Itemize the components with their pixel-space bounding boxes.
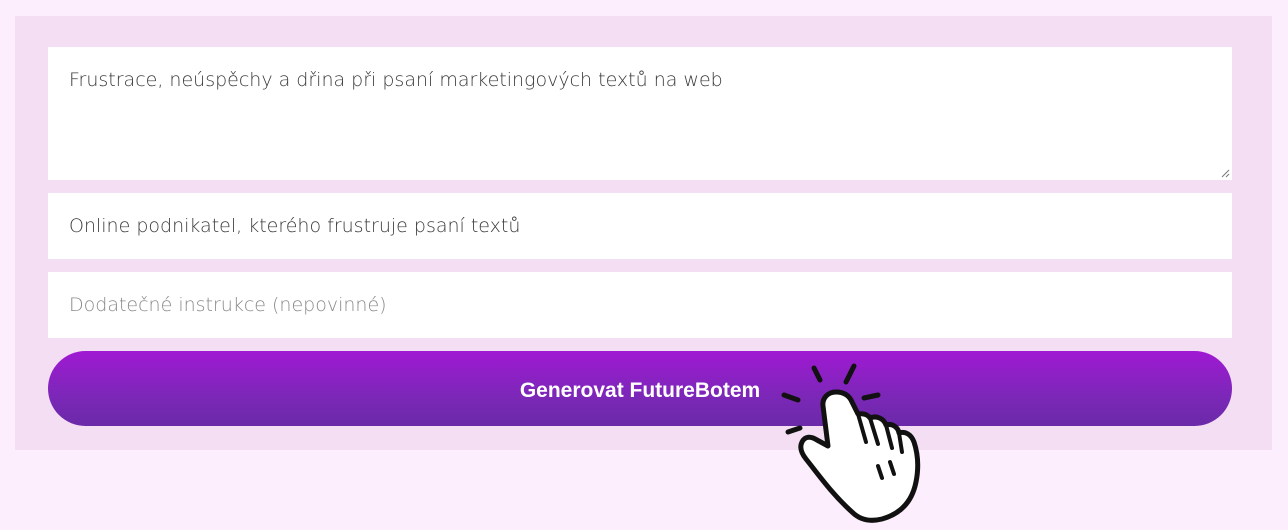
topic-textarea[interactable]: Frustrace, neúspěchy a dřina při psaní m… (48, 47, 1232, 180)
instructions-input[interactable]: Dodatečné instrukce (nepovinné) (48, 272, 1232, 338)
audience-input-value: Online podnikatel, kterého frustruje psa… (69, 215, 521, 237)
resize-grip-icon[interactable] (1220, 168, 1230, 178)
generate-button-label: Generovat FutureBotem (519, 378, 761, 402)
audience-input[interactable]: Online podnikatel, kterého frustruje psa… (48, 193, 1232, 259)
instructions-input-placeholder: Dodatečné instrukce (nepovinné) (69, 294, 387, 316)
generate-button[interactable]: Generovat FutureBotem (48, 351, 1232, 426)
topic-textarea-value: Frustrace, neúspěchy a dřina při psaní m… (69, 69, 723, 91)
